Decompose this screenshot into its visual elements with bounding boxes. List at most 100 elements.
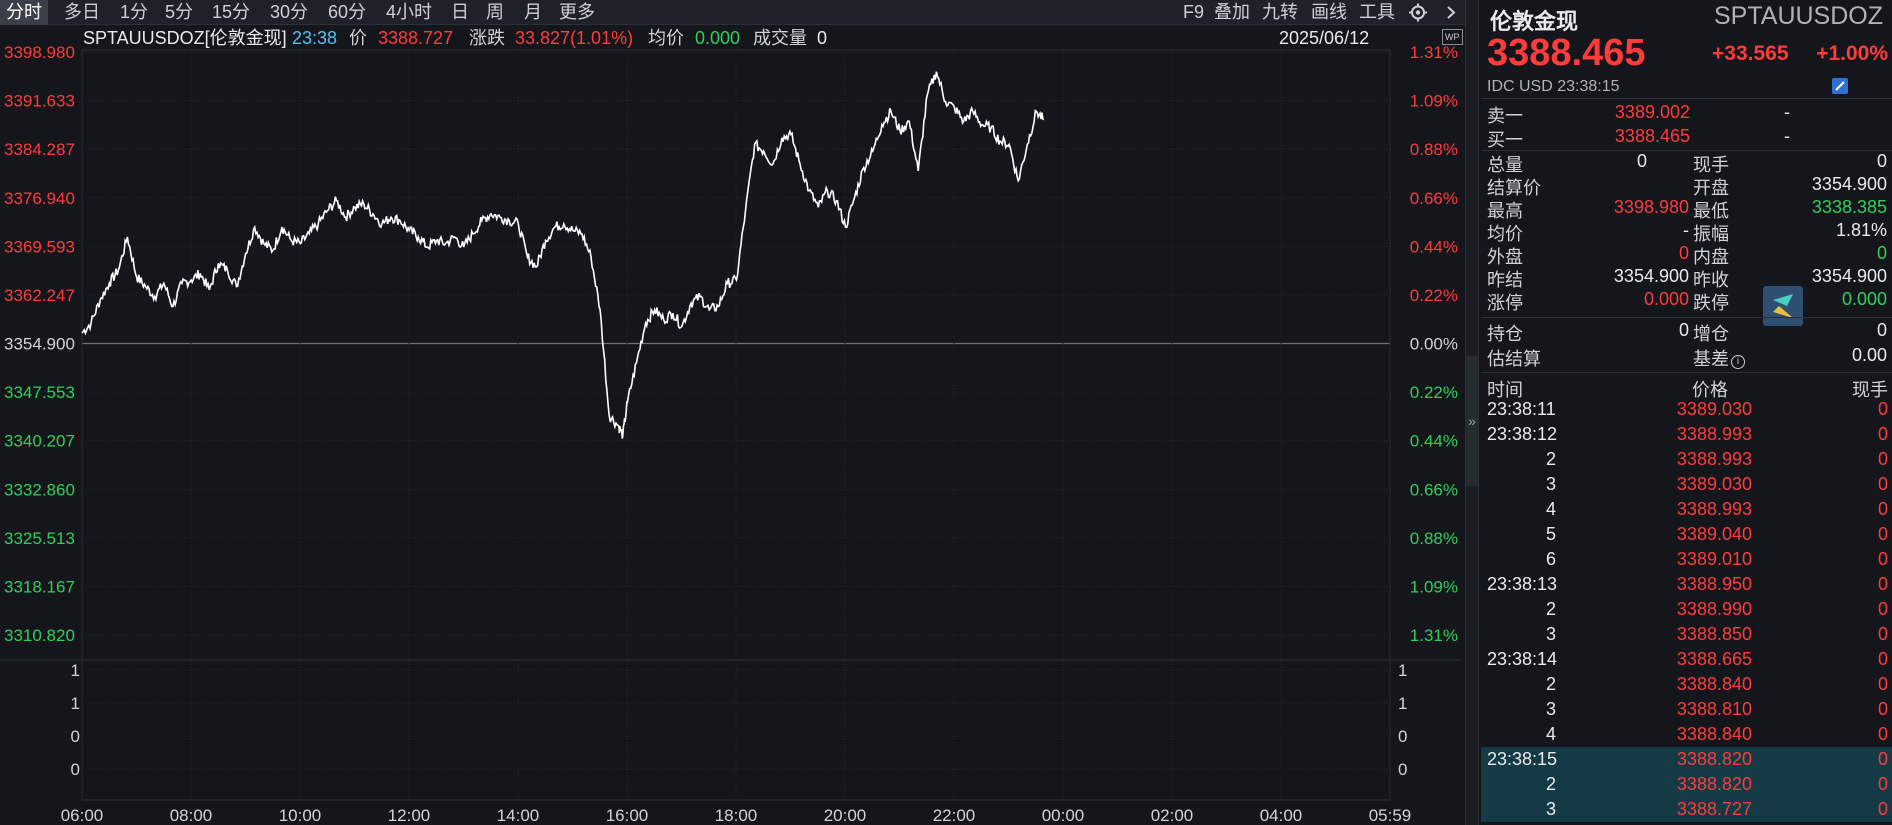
draw-line-button[interactable]: 画线: [1311, 0, 1347, 25]
x-tick-label: 10:00: [279, 806, 322, 825]
trade-price: 3388.993: [1676, 424, 1752, 444]
info-icon[interactable]: i: [1731, 355, 1745, 369]
basis-value: 0.00: [1851, 345, 1887, 365]
y-tick-label-left: 3391.633: [4, 92, 75, 111]
tools-button[interactable]: 工具: [1359, 0, 1395, 25]
x-tick-label: 16:00: [606, 806, 649, 825]
tab-intraday[interactable]: 分时: [0, 0, 48, 25]
instrument-code: SPTAUUSDOZ: [1714, 2, 1883, 30]
tab-more[interactable]: 更多: [553, 0, 601, 25]
trade-volume: 0: [1877, 449, 1888, 469]
y-tick-label-left: 3325.513: [4, 529, 75, 548]
tab-month[interactable]: 月: [518, 0, 548, 25]
trade-price: 3389.040: [1676, 524, 1752, 544]
instrument-meta: IDC USD 23:38:15: [1487, 78, 1620, 95]
candlestick-icon[interactable]: [1763, 286, 1803, 326]
trade-row[interactable]: 2 3388.840 0: [1481, 672, 1892, 697]
volume-tick-label-left: 1: [71, 694, 80, 713]
trade-volume: 0: [1877, 474, 1888, 494]
gear-icon[interactable]: [1408, 0, 1430, 25]
ask-price: 3389.002: [1614, 102, 1690, 122]
trade-row[interactable]: 23:38:12 3388.993 0: [1481, 422, 1892, 447]
trade-row[interactable]: 3 3388.850 0: [1481, 622, 1892, 647]
tab-30min[interactable]: 30分: [264, 0, 314, 25]
tab-week[interactable]: 周: [480, 0, 510, 25]
y-tick-label-left: 3318.167: [4, 577, 75, 596]
trade-volume: 0: [1877, 424, 1888, 444]
tab-multi-day[interactable]: 多日: [58, 0, 106, 25]
y-tick-label-right: 0.22%: [1410, 286, 1458, 305]
trade-row[interactable]: 2 3388.990 0: [1481, 597, 1892, 622]
trade-volume: 0: [1877, 599, 1888, 619]
trade-time: 6: [1545, 549, 1556, 569]
total-volume-value: 0: [1636, 151, 1647, 171]
price-series-line: [81, 71, 1045, 439]
y-tick-label-right: 1.31%: [1410, 43, 1458, 62]
oi-change-label: 增仓: [1693, 324, 1729, 344]
trade-row[interactable]: 6 3389.010 0: [1481, 547, 1892, 572]
y-tick-label-left: 3332.860: [4, 480, 75, 499]
trade-time: 3: [1545, 799, 1556, 819]
trade-volume: 0: [1877, 799, 1888, 819]
trade-row[interactable]: 23:38:11 3389.030 0: [1481, 397, 1892, 422]
f9-button[interactable]: F9: [1183, 0, 1204, 25]
x-tick-label: 00:00: [1042, 806, 1085, 825]
trade-volume: 0: [1877, 649, 1888, 669]
x-tick-label: 05:59: [1369, 806, 1412, 825]
limit-down-value: 0.000: [1841, 289, 1887, 309]
intraday-chart[interactable]: 3398.980 3391.633 3384.287 3376.940 3369.593…: [0, 25, 1462, 825]
trade-volume: 0: [1877, 749, 1888, 769]
trade-row[interactable]: 2 3388.820 0: [1481, 772, 1892, 797]
trade-row[interactable]: 23:38:15 3388.820 0: [1481, 747, 1892, 772]
x-tick-label: 12:00: [388, 806, 431, 825]
trade-volume: 0: [1877, 399, 1888, 419]
trade-time: 2: [1545, 449, 1556, 469]
x-tick-label: 18:00: [715, 806, 758, 825]
trade-row[interactable]: 3 3389.030 0: [1481, 472, 1892, 497]
trade-row[interactable]: 3 3388.810 0: [1481, 697, 1892, 722]
limit-up-value: 0.000: [1643, 289, 1689, 309]
y-tick-label-right: 1.09%: [1410, 92, 1458, 111]
trade-volume: 0: [1877, 699, 1888, 719]
collapse-panel-icon[interactable]: »: [1466, 356, 1478, 486]
trade-row[interactable]: 3 3388.727 0: [1481, 797, 1892, 822]
trade-time: 2: [1545, 599, 1556, 619]
open-value: 3354.900: [1811, 174, 1887, 194]
volume-tick-label-left: 0: [71, 760, 80, 779]
trade-time: 23:38:13: [1487, 574, 1558, 594]
chevron-right-icon[interactable]: [1443, 0, 1463, 25]
x-tick-label: 02:00: [1151, 806, 1194, 825]
trade-row[interactable]: 4 3388.840 0: [1481, 722, 1892, 747]
trade-row[interactable]: 2 3388.993 0: [1481, 447, 1892, 472]
x-tick-label: 08:00: [170, 806, 213, 825]
last-price: 3388.465: [1487, 32, 1646, 74]
tab-15min[interactable]: 15分: [206, 0, 256, 25]
nine-turn-button[interactable]: 九转: [1262, 0, 1298, 25]
y-tick-label-left: 3354.900: [4, 335, 75, 354]
est-settle-label: 估结算: [1487, 349, 1541, 369]
trade-row[interactable]: 23:38:14 3388.665 0: [1481, 647, 1892, 672]
trade-time: 2: [1545, 674, 1556, 694]
divider: [1481, 150, 1892, 151]
prev-close-value: 3354.900: [1811, 266, 1887, 286]
y-tick-label-right: 0.88%: [1410, 140, 1458, 159]
pencil-icon[interactable]: [1832, 78, 1848, 94]
tab-4hour[interactable]: 4小时: [380, 0, 438, 25]
tab-60min[interactable]: 60分: [322, 0, 372, 25]
trade-volume: 0: [1877, 624, 1888, 644]
trade-row[interactable]: 5 3389.040 0: [1481, 522, 1892, 547]
open-interest-label: 持仓: [1487, 324, 1523, 344]
x-tick-label: 04:00: [1260, 806, 1303, 825]
trade-row[interactable]: 23:38:13 3388.950 0: [1481, 572, 1892, 597]
price-change-pct: +1.00%: [1816, 42, 1888, 65]
trade-price: 3388.820: [1676, 774, 1752, 794]
overlay-button[interactable]: 叠加: [1214, 0, 1250, 25]
y-tick-label-left: 3384.287: [4, 140, 75, 159]
tab-day[interactable]: 日: [445, 0, 475, 25]
trade-volume: 0: [1877, 724, 1888, 744]
tab-5min[interactable]: 5分: [159, 0, 199, 25]
tab-1min[interactable]: 1分: [114, 0, 154, 25]
trade-time: 23:38:14: [1487, 649, 1558, 669]
trade-row[interactable]: 4 3388.993 0: [1481, 497, 1892, 522]
volume-tick-label-right: 1: [1398, 661, 1407, 680]
